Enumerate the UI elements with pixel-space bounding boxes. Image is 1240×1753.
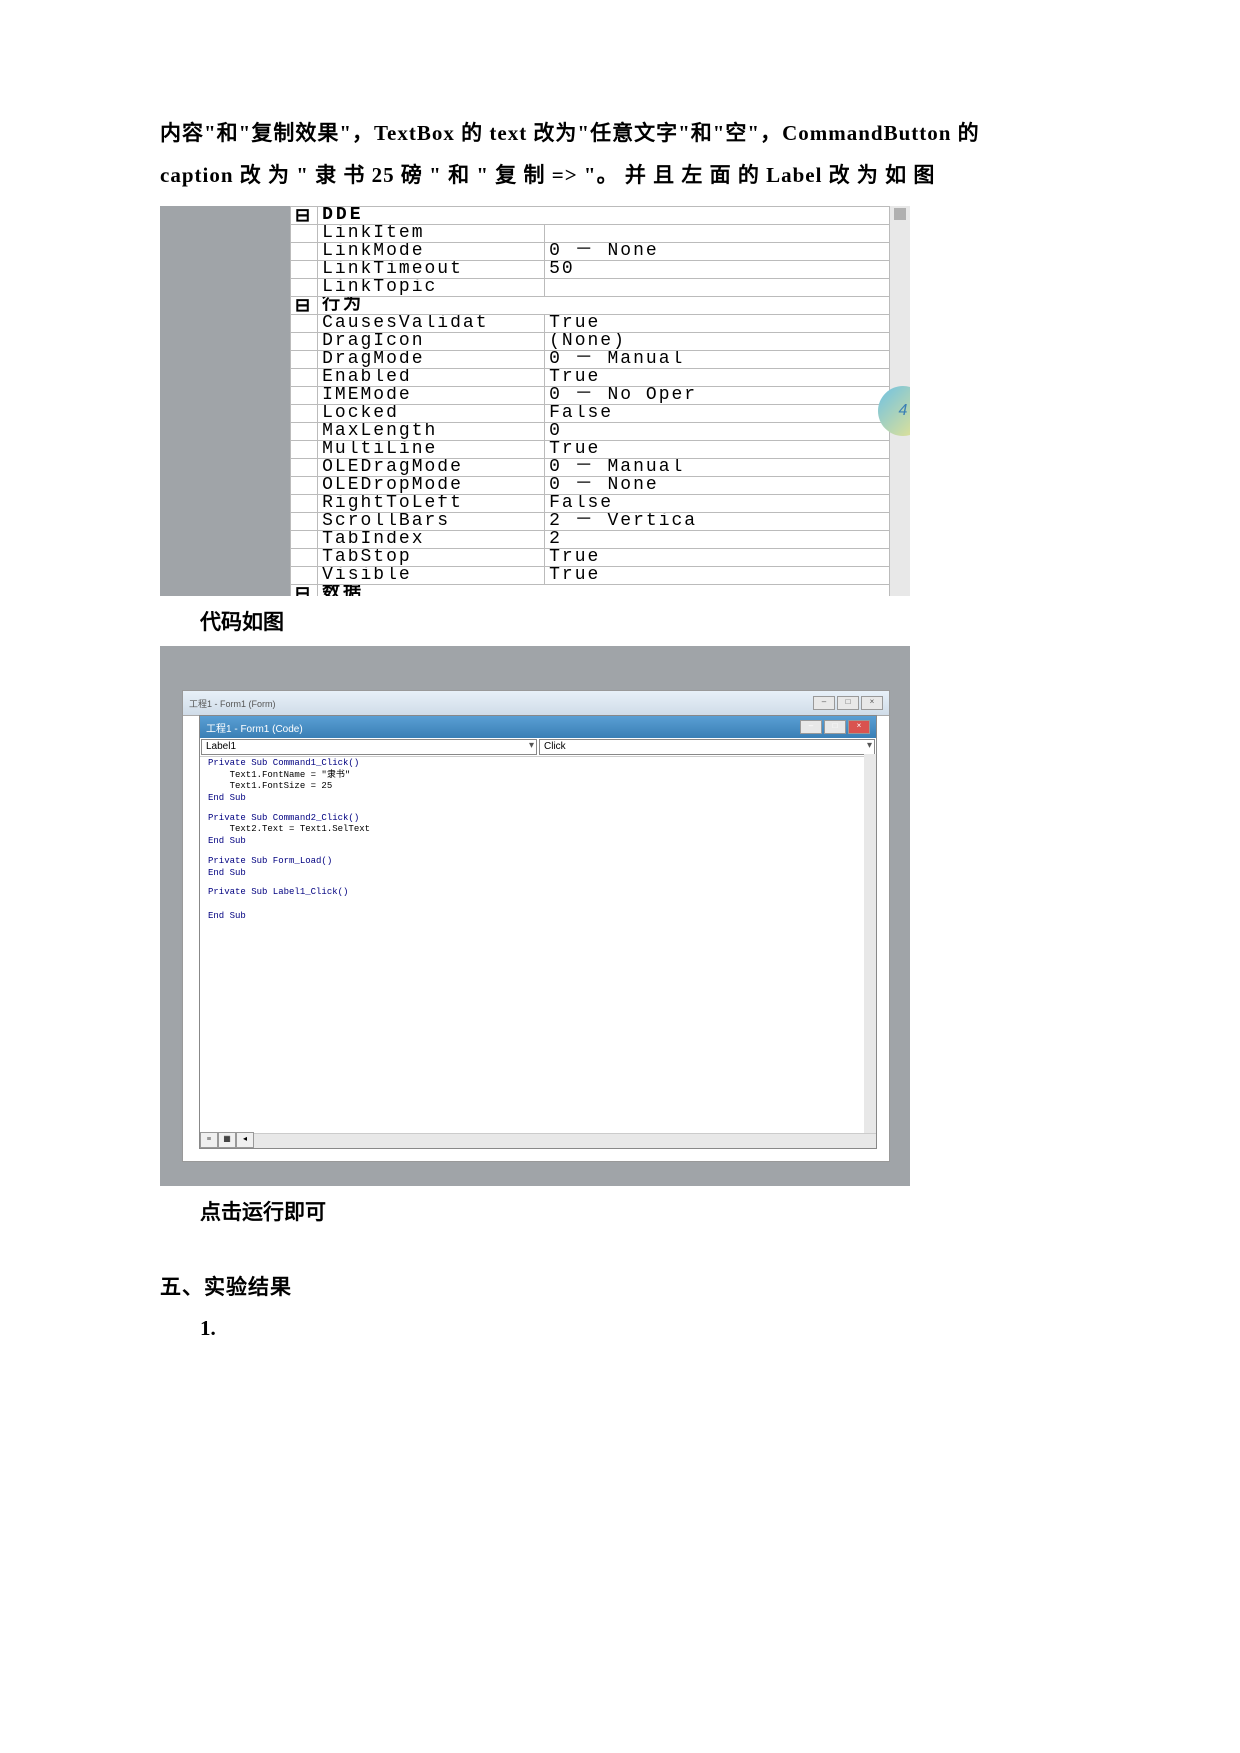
property-name: Locked xyxy=(318,405,545,423)
minimize-icon[interactable]: – xyxy=(800,720,822,734)
minimize-icon[interactable]: – xyxy=(813,696,835,710)
property-name: MultiLine xyxy=(318,441,545,459)
property-name: LinkItem xyxy=(318,225,545,243)
property-value[interactable]: True xyxy=(545,369,890,387)
property-value[interactable]: 0 － None xyxy=(545,243,890,261)
outer-window-title: 工程1 - Form1 (Form) xyxy=(189,697,276,710)
property-value[interactable]: 50 xyxy=(545,261,890,279)
property-grid-screenshot: ⊟DDELinkItemLinkMode0 － NoneLinkTimeout5… xyxy=(160,206,910,596)
property-value[interactable]: 0 xyxy=(545,423,890,441)
property-value[interactable]: False xyxy=(545,495,890,513)
property-name: RightToLeft xyxy=(318,495,545,513)
view-tab-icon[interactable]: ≡ xyxy=(200,1132,218,1148)
subheading-code: 代码如图 xyxy=(200,606,1080,636)
property-name: LinkTopic xyxy=(318,279,545,297)
scrollbar-horizontal[interactable]: ≡ ▦ ◂ xyxy=(200,1133,876,1148)
expand-icon[interactable]: ⊟ xyxy=(291,297,318,315)
inner-window-title: 工程1 - Form1 (Code) xyxy=(206,720,303,735)
property-name: TabIndex xyxy=(318,531,545,549)
expand-icon[interactable]: ⊟ xyxy=(291,207,318,225)
property-value[interactable] xyxy=(545,279,890,297)
view-tab-icon[interactable]: ▦ xyxy=(218,1132,236,1148)
property-value[interactable]: 2 xyxy=(545,531,890,549)
object-dropdown[interactable]: Label1 xyxy=(201,739,537,755)
property-value[interactable]: True xyxy=(545,549,890,567)
subheading-run: 点击运行即可 xyxy=(200,1196,1080,1226)
code-editor-screenshot: 工程1 - Form1 (Form) – □ × 工程1 - Form1 (Co… xyxy=(160,646,910,1186)
property-table: ⊟DDELinkItemLinkMode0 － NoneLinkTimeout5… xyxy=(290,206,890,596)
property-value[interactable]: False xyxy=(545,405,890,423)
property-value[interactable]: 0 － No Oper xyxy=(545,387,890,405)
code-block: Private Sub Label1_Click() End Sub xyxy=(208,887,856,922)
intro-line-1: 内容"和"复制效果"，TextBox 的 text 改为"任意文字"和"空"，C… xyxy=(160,112,1080,154)
intro-line-2: caption 改 为 " 隶 书 25 磅 " 和 " 复 制 => "。 并… xyxy=(160,154,1080,196)
property-name: OLEDragMode xyxy=(318,459,545,477)
property-value[interactable]: True xyxy=(545,567,890,585)
list-number: 1. xyxy=(200,1316,1080,1341)
property-value[interactable]: 0 － Manual xyxy=(545,351,890,369)
code-block: Private Sub Command1_Click() Text1.FontN… xyxy=(208,758,856,805)
property-name: DragIcon xyxy=(318,333,545,351)
scroll-left-icon[interactable]: ◂ xyxy=(236,1132,254,1148)
section-heading: 五、实验结果 xyxy=(160,1266,1080,1308)
property-value[interactable] xyxy=(545,225,890,243)
property-name: ScrollBars xyxy=(318,513,545,531)
property-name: MaxLength xyxy=(318,423,545,441)
category-name: 行为 xyxy=(318,297,890,315)
code-block: Private Sub Form_Load() End Sub xyxy=(208,856,856,879)
category-name: DDE xyxy=(318,207,890,225)
scrollbar-vertical[interactable] xyxy=(864,754,876,1134)
property-name: LinkMode xyxy=(318,243,545,261)
expand-icon[interactable]: ⊟ xyxy=(291,585,318,597)
close-icon[interactable]: × xyxy=(861,696,883,710)
code-block: Private Sub Command2_Click() Text2.Text … xyxy=(208,813,856,848)
property-name: Enabled xyxy=(318,369,545,387)
maximize-icon[interactable]: □ xyxy=(824,720,846,734)
property-value[interactable]: (None) xyxy=(545,333,890,351)
close-icon[interactable]: × xyxy=(848,720,870,734)
property-value[interactable]: True xyxy=(545,441,890,459)
property-name: DragMode xyxy=(318,351,545,369)
property-name: TabStop xyxy=(318,549,545,567)
maximize-icon[interactable]: □ xyxy=(837,696,859,710)
property-value[interactable]: 0 － Manual xyxy=(545,459,890,477)
property-name: IMEMode xyxy=(318,387,545,405)
property-name: LinkTimeout xyxy=(318,261,545,279)
property-name: CausesValidat xyxy=(318,315,545,333)
property-value[interactable]: 2 － Vertica xyxy=(545,513,890,531)
property-name: OLEDropMode xyxy=(318,477,545,495)
procedure-dropdown[interactable]: Click xyxy=(539,739,875,755)
category-name: 数据 xyxy=(318,585,890,597)
property-value[interactable]: True xyxy=(545,315,890,333)
property-value[interactable]: 0 － None xyxy=(545,477,890,495)
code-text-area[interactable]: Private Sub Command1_Click() Text1.FontN… xyxy=(200,754,864,1134)
property-name: Visible xyxy=(318,567,545,585)
